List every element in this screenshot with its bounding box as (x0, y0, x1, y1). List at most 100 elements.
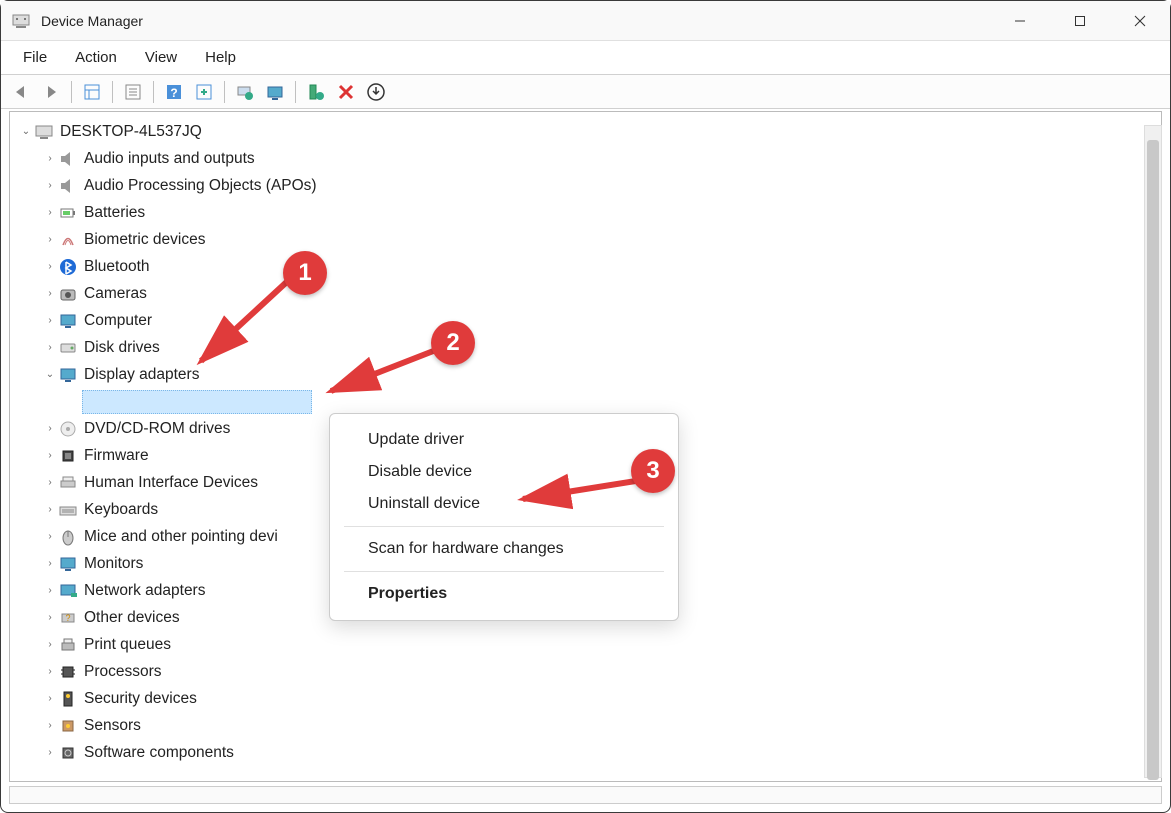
tree-node-label: Keyboards (84, 497, 158, 523)
chevron-down-icon[interactable]: ⌄ (42, 362, 58, 388)
tree-node-label: Bluetooth (84, 254, 150, 280)
chevron-right-icon[interactable]: › (42, 308, 58, 334)
menubar: File Action View Help (1, 41, 1170, 75)
tree-node-label: Display adapters (84, 362, 199, 388)
tree-node-label: Batteries (84, 200, 145, 226)
chevron-right-icon[interactable]: › (42, 632, 58, 658)
menu-action[interactable]: Action (63, 45, 129, 70)
chevron-right-icon[interactable]: › (42, 497, 58, 523)
bluetooth-icon (58, 257, 78, 277)
tree-node-security[interactable]: ›Security devices (18, 685, 1161, 712)
tree-node-label: DVD/CD-ROM drives (84, 416, 230, 442)
cm-disable-device[interactable]: Disable device (330, 456, 678, 488)
chevron-right-icon[interactable]: › (42, 416, 58, 442)
context-menu: Update driver Disable device Uninstall d… (329, 413, 679, 621)
tree-node-sensor[interactable]: › Sensors (18, 712, 1161, 739)
chevron-right-icon[interactable]: › (42, 173, 58, 199)
tree-node-bluetooth[interactable]: › Bluetooth (18, 253, 1161, 280)
tree-node-label: Human Interface Devices (84, 470, 258, 496)
tree-node-speaker[interactable]: ›Audio Processing Objects (APOs) (18, 172, 1161, 199)
action-button[interactable] (190, 79, 218, 105)
chevron-right-icon[interactable]: › (42, 335, 58, 361)
mouse-icon (58, 527, 78, 547)
help-button[interactable]: ? (160, 79, 188, 105)
chevron-down-icon[interactable]: ⌄ (18, 119, 34, 145)
toolbar: ? (1, 75, 1170, 109)
nav-back-button[interactable] (7, 79, 35, 105)
tree-node-display[interactable]: ⌄ Display adapters (18, 361, 1161, 388)
printer-icon (58, 635, 78, 655)
menu-view[interactable]: View (133, 45, 189, 70)
chevron-right-icon[interactable]: › (42, 686, 58, 712)
tree-node-label: Sensors (84, 713, 141, 739)
tree-root[interactable]: ⌄ DESKTOP-4L537JQ (18, 118, 1161, 145)
security-icon (58, 689, 78, 709)
show-hide-tree-button[interactable] (78, 79, 106, 105)
chevron-right-icon[interactable]: › (42, 605, 58, 631)
tree-node-speaker[interactable]: › Audio inputs and outputs (18, 145, 1161, 172)
app-icon (11, 11, 31, 31)
tree-node-selected-child[interactable] (18, 388, 1161, 415)
sensor-icon (58, 716, 78, 736)
chevron-right-icon[interactable]: › (42, 200, 58, 226)
uninstall-device-button[interactable] (362, 79, 390, 105)
tree-node-label: Audio inputs and outputs (84, 146, 255, 172)
chevron-right-icon[interactable]: › (42, 713, 58, 739)
chevron-right-icon[interactable]: › (42, 443, 58, 469)
chevron-right-icon[interactable]: › (42, 254, 58, 280)
chevron-right-icon[interactable]: › (42, 524, 58, 550)
disable-device-button[interactable] (332, 79, 360, 105)
tree-node-battery[interactable]: › Batteries (18, 199, 1161, 226)
cm-properties[interactable]: Properties (330, 578, 678, 610)
camera-icon (58, 284, 78, 304)
tree-node-label: Computer (84, 308, 152, 334)
speaker-icon (58, 149, 78, 169)
status-bar (9, 786, 1162, 804)
battery-icon (58, 203, 78, 223)
chevron-right-icon[interactable]: › (42, 740, 58, 766)
menu-help[interactable]: Help (193, 45, 248, 70)
cm-update-driver[interactable]: Update driver (330, 424, 678, 456)
maximize-button[interactable] (1050, 1, 1110, 40)
chevron-right-icon[interactable]: › (42, 281, 58, 307)
cm-uninstall-device[interactable]: Uninstall device (330, 488, 678, 520)
annotation-badge-1: 1 (283, 251, 327, 295)
tree-node-software[interactable]: ›Software components (18, 739, 1161, 766)
chevron-right-icon[interactable]: › (42, 578, 58, 604)
window-controls (990, 1, 1170, 40)
tree-node-label: Processors (84, 659, 162, 685)
toolbar-sep (71, 81, 72, 103)
network-icon (58, 581, 78, 601)
chevron-right-icon[interactable]: › (42, 551, 58, 577)
scrollbar-thumb[interactable] (1147, 140, 1159, 780)
monitor-icon (58, 554, 78, 574)
tree-node-disk[interactable]: ›Disk drives (18, 334, 1161, 361)
tree-node-label: Biometric devices (84, 227, 205, 253)
computer-icon (34, 122, 54, 142)
chevron-right-icon[interactable]: › (42, 146, 58, 172)
cm-separator (344, 526, 664, 527)
cd-icon (58, 419, 78, 439)
keyboard-icon (58, 500, 78, 520)
tree-node-fingerprint[interactable]: › Biometric devices (18, 226, 1161, 253)
scan-hardware-button[interactable] (261, 79, 289, 105)
vertical-scrollbar[interactable] (1144, 125, 1162, 778)
tree-node-monitor[interactable]: › Computer (18, 307, 1161, 334)
svg-text:?: ? (65, 613, 70, 623)
nav-forward-button[interactable] (37, 79, 65, 105)
chevron-right-icon[interactable]: › (42, 470, 58, 496)
tree-node-printer[interactable]: ›Print queues (18, 631, 1161, 658)
menu-file[interactable]: File (11, 45, 59, 70)
enable-device-button[interactable] (302, 79, 330, 105)
tree-node-cpu[interactable]: › Processors (18, 658, 1161, 685)
tree-node-camera[interactable]: ›Cameras (18, 280, 1161, 307)
properties-button[interactable] (119, 79, 147, 105)
update-driver-button[interactable] (231, 79, 259, 105)
cpu-icon (58, 662, 78, 682)
cm-scan-hardware[interactable]: Scan for hardware changes (330, 533, 678, 565)
chevron-right-icon[interactable]: › (42, 659, 58, 685)
chevron-right-icon[interactable]: › (42, 227, 58, 253)
minimize-button[interactable] (990, 1, 1050, 40)
close-button[interactable] (1110, 1, 1170, 40)
toolbar-sep (295, 81, 296, 103)
